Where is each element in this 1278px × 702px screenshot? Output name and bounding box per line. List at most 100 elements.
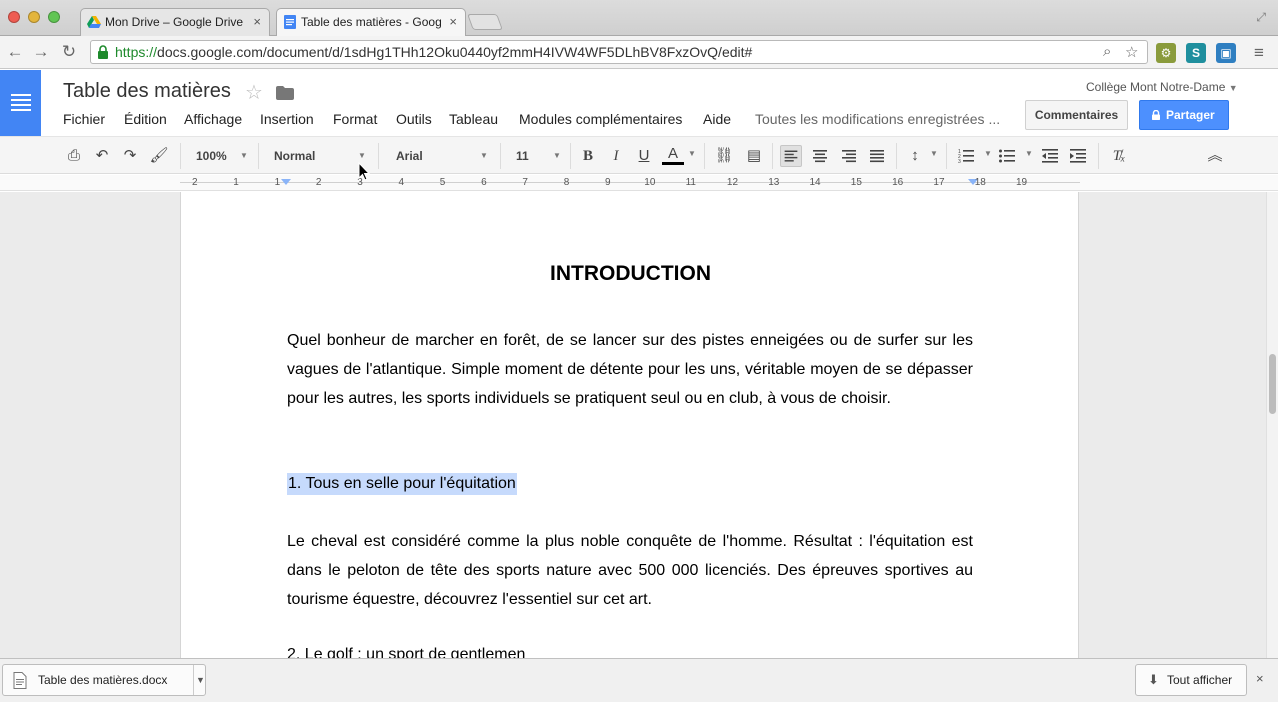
back-arrow-icon[interactable]: ← <box>4 41 26 63</box>
folder-icon[interactable] <box>276 86 294 100</box>
chevron-down-icon[interactable]: ▼ <box>1025 149 1033 158</box>
extension-evernote-icon[interactable]: ⚙ <box>1156 43 1176 63</box>
menu-fichier[interactable]: Fichier <box>63 111 105 127</box>
close-shelf-icon[interactable]: × <box>1256 671 1264 686</box>
chevron-down-icon[interactable]: ▼ <box>688 149 696 158</box>
menu-tableau[interactable]: Tableau <box>449 111 498 127</box>
reload-icon[interactable]: ↻ <box>58 41 80 63</box>
document-title[interactable]: Table des matières <box>63 80 231 103</box>
increase-indent-icon[interactable] <box>1067 145 1089 167</box>
section-1-body[interactable]: Le cheval est considéré comme la plus no… <box>287 527 973 614</box>
style-value: Normal <box>274 149 316 163</box>
ruler-tick-label: 11 <box>685 177 696 188</box>
tab-google-drive[interactable]: Mon Drive – Google Drive × <box>80 8 270 36</box>
section-2-title[interactable]: 2. Le golf : un sport de gentlemen <box>287 644 525 658</box>
scrollbar-thumb[interactable] <box>1269 354 1276 414</box>
decrease-indent-icon[interactable] <box>1039 145 1061 167</box>
menu-edition[interactable]: Édition <box>124 111 167 127</box>
underline-button[interactable]: U <box>633 145 655 167</box>
zoom-value: 100% <box>196 149 227 163</box>
account-name[interactable]: Collège Mont Notre-Dame ▼ <box>1086 80 1238 94</box>
tab-table-des-matieres[interactable]: Table des matières - Goog × <box>276 8 466 37</box>
download-filename: Table des matières.docx <box>38 673 168 687</box>
chevron-down-icon[interactable]: ▼ <box>984 149 992 158</box>
collapse-toolbar-icon[interactable]: ︽ <box>1204 145 1226 167</box>
editing-toolbar: ⎙ ↶ ↷ 🖌 100% ▼ Normal ▼ Arial ▼ 11 ▼ B I… <box>0 136 1278 174</box>
toolbar-divider <box>378 143 379 169</box>
bulleted-list-icon[interactable] <box>996 145 1018 167</box>
bold-button[interactable]: B <box>577 145 599 167</box>
line-spacing-icon[interactable]: ↕ <box>904 145 926 167</box>
redo-icon[interactable]: ↷ <box>119 145 141 167</box>
forward-arrow-icon[interactable]: → <box>30 41 52 63</box>
window-close-button[interactable] <box>8 11 20 23</box>
address-bar[interactable]: https://docs.google.com/document/d/1sdHg… <box>90 40 1148 64</box>
chevron-down-icon[interactable]: ▼ <box>193 665 207 695</box>
ruler-tick-label: 7 <box>522 177 528 188</box>
new-tab-button[interactable] <box>467 14 503 30</box>
numbered-list-icon[interactable]: 123 <box>955 145 977 167</box>
tab-close-icon[interactable]: × <box>449 9 457 35</box>
ruler-tick-label: 1 <box>233 177 239 188</box>
comment-icon[interactable]: ▤ <box>743 145 765 167</box>
docs-home-icon[interactable] <box>0 70 41 136</box>
clear-formatting-icon[interactable]: T̸ₓ <box>1108 145 1130 167</box>
menu-format[interactable]: Format <box>333 111 377 127</box>
paint-format-icon[interactable]: 🖌 <box>148 145 170 167</box>
menu-modules[interactable]: Modules complémentaires <box>519 111 682 127</box>
ruler-tick-label: 14 <box>809 177 821 188</box>
font-size-select[interactable]: 11 ▼ <box>516 145 562 167</box>
align-center-icon[interactable] <box>809 145 831 167</box>
ruler[interactable]: 2 1 1 2 3 4 5 6 7 8 9 10 11 12 13 14 15 16 17 18 19 <box>0 175 1278 191</box>
chevron-down-icon[interactable]: ▼ <box>930 149 938 158</box>
browser-tab-strip: Mon Drive – Google Drive × Table des mat… <box>0 0 1278 37</box>
ruler-tick-label: 2 <box>192 177 198 188</box>
window-zoom-button[interactable] <box>48 11 60 23</box>
zoom-magnifier-icon[interactable]: ⌕ <box>1103 43 1111 60</box>
download-item[interactable]: Table des matières.docx ▼ <box>2 664 206 696</box>
comments-button[interactable]: Commentaires <box>1025 100 1128 130</box>
extension-screenshot-icon[interactable]: ▣ <box>1216 43 1236 63</box>
document-page[interactable]: INTRODUCTION Quel bonheur de marcher en … <box>180 192 1079 658</box>
style-select[interactable]: Normal ▼ <box>274 145 366 167</box>
share-button[interactable]: Partager <box>1139 100 1229 130</box>
tab-close-icon[interactable]: × <box>253 9 261 35</box>
zoom-select[interactable]: 100% ▼ <box>196 145 250 167</box>
menu-aide[interactable]: Aide <box>703 111 731 127</box>
chrome-menu-icon[interactable]: ≡ <box>1248 42 1270 64</box>
font-select[interactable]: Arial ▼ <box>396 145 488 167</box>
align-right-icon[interactable] <box>838 145 860 167</box>
url-scheme: https:// <box>115 44 158 60</box>
bookmark-star-icon[interactable]: ☆ <box>1125 43 1138 61</box>
window-minimize-button[interactable] <box>28 11 40 23</box>
vertical-scrollbar[interactable] <box>1266 192 1278 658</box>
toolbar-divider <box>500 143 501 169</box>
toolbar-divider <box>1098 143 1099 169</box>
text-color-button[interactable]: A <box>662 145 684 165</box>
ruler-tick-label: 19 <box>1016 177 1028 188</box>
extension-s-icon[interactable]: S <box>1186 43 1206 63</box>
undo-icon[interactable]: ↶ <box>91 145 113 167</box>
print-icon[interactable]: ⎙ <box>63 145 85 167</box>
align-left-icon[interactable] <box>780 145 802 167</box>
left-indent-marker[interactable] <box>281 179 291 185</box>
fullscreen-icon[interactable]: ⤢ <box>1256 10 1266 25</box>
document-heading[interactable]: INTRODUCTION <box>181 262 1080 286</box>
toolbar-divider <box>704 143 705 169</box>
intro-paragraph[interactable]: Quel bonheur de marcher en forêt, de se … <box>287 326 973 413</box>
mouse-pointer-icon <box>358 162 370 181</box>
toolbar-divider <box>180 143 181 169</box>
show-all-downloads-button[interactable]: ⬇ Tout afficher <box>1135 664 1247 696</box>
link-icon[interactable]: ⛓ <box>713 145 735 167</box>
align-justify-icon[interactable] <box>866 145 888 167</box>
ruler-tick-label: 5 <box>439 177 446 188</box>
menu-outils[interactable]: Outils <box>396 111 432 127</box>
italic-button[interactable]: I <box>605 145 627 167</box>
secure-lock-icon <box>98 45 108 59</box>
menu-affichage[interactable]: Affichage <box>184 111 242 127</box>
section-1-title[interactable]: 1. Tous en selle pour l'équitation <box>287 473 517 495</box>
save-status[interactable]: Toutes les modifications enregistrées ..… <box>755 111 1000 127</box>
star-icon[interactable]: ☆ <box>245 80 263 105</box>
menu-insertion[interactable]: Insertion <box>260 111 314 127</box>
toolbar-divider <box>946 143 947 169</box>
